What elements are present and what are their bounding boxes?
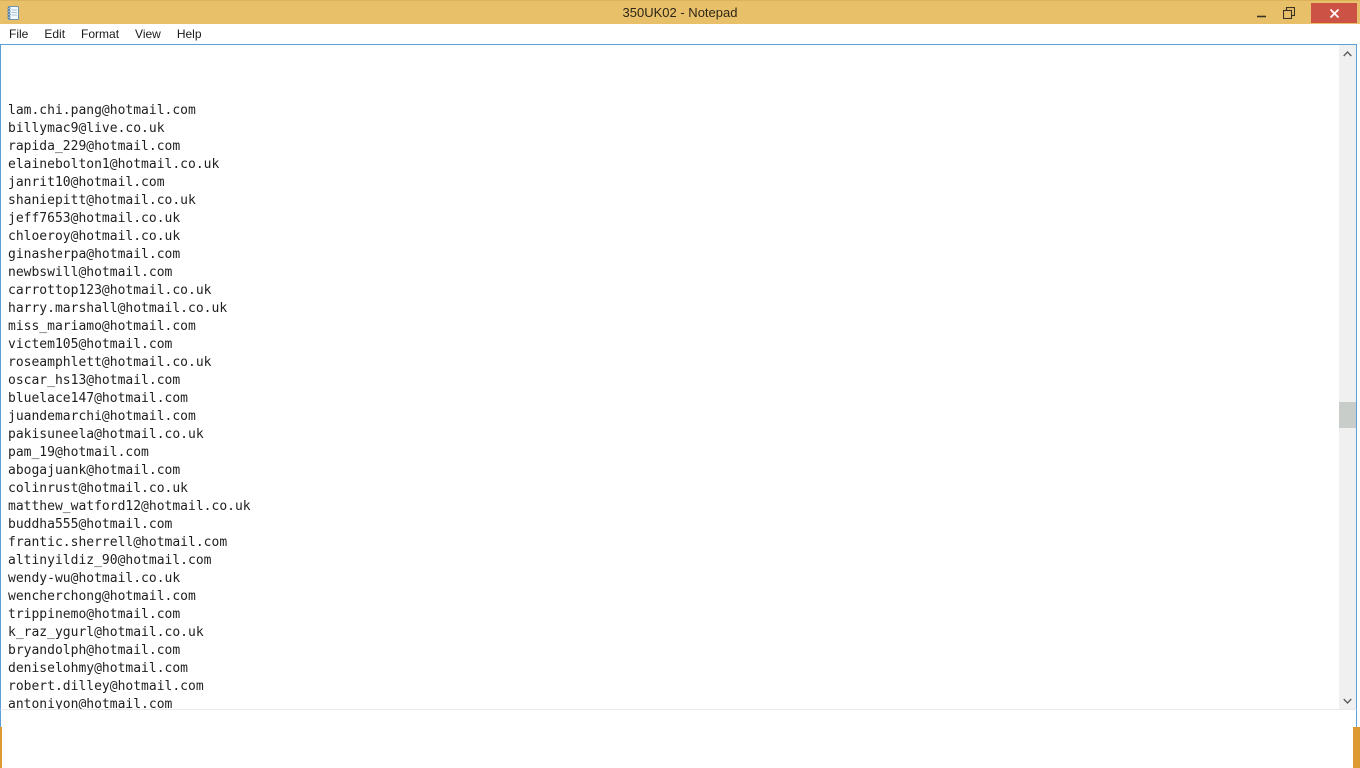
text-line: lam.chi.pang@hotmail.com — [8, 103, 196, 118]
text-line: shaniepitt@hotmail.co.uk — [8, 193, 196, 208]
text-line: antoniyon@hotmail.com — [8, 697, 173, 709]
text-line: k_raz_ygurl@hotmail.co.uk — [8, 625, 204, 640]
scroll-down-button[interactable] — [1339, 692, 1356, 709]
text-line: ginasherpa@hotmail.com — [8, 247, 181, 262]
menu-item[interactable]: File — [1, 25, 36, 43]
background-window — [0, 727, 1360, 768]
text-line: pam_19@hotmail.com — [8, 445, 149, 460]
text-line: colinrust@hotmail.co.uk — [8, 481, 189, 496]
text-line: janrit10@hotmail.com — [8, 175, 165, 190]
text-line: bryandolph@hotmail.com — [8, 643, 181, 658]
text-editor[interactable]: lam.chi.pang@hotmail.com billymac9@live.c… — [0, 44, 1357, 710]
chevron-up-icon — [1343, 50, 1352, 56]
text-line: altinyildiz_90@hotmail.com — [8, 553, 212, 568]
text-line: billymac9@live.co.uk — [8, 121, 165, 136]
restore-button[interactable] — [1275, 1, 1303, 25]
close-button[interactable] — [1311, 3, 1357, 23]
menu-item[interactable]: Edit — [36, 25, 73, 43]
text-line: victem105@hotmail.com — [8, 337, 173, 352]
editor-text[interactable]: lam.chi.pang@hotmail.com billymac9@live.c… — [1, 45, 1339, 709]
text-line: buddha555@hotmail.com — [8, 517, 173, 532]
menu-item[interactable]: Format — [73, 25, 127, 43]
text-line: carrottop123@hotmail.co.uk — [8, 283, 212, 298]
titlebar[interactable]: 350UK02 - Notepad — [0, 0, 1360, 24]
text-line: juandemarchi@hotmail.com — [8, 409, 196, 424]
scroll-up-button[interactable] — [1339, 45, 1356, 62]
desktop-right-sliver — [1353, 727, 1360, 768]
notepad-window: 350UK02 - Notepad File Edit Format View … — [0, 0, 1360, 727]
notepad-icon — [5, 5, 21, 21]
text-line: wendy-wu@hotmail.co.uk — [8, 571, 181, 586]
text-line: roseamphlett@hotmail.co.uk — [8, 355, 212, 370]
desktop-left-sliver — [0, 727, 2, 768]
screen: 350UK02 - Notepad File Edit Format View … — [0, 0, 1360, 768]
text-line: harry.marshall@hotmail.co.uk — [8, 301, 228, 316]
window-controls — [1247, 1, 1359, 25]
minimize-button[interactable] — [1247, 1, 1275, 25]
text-line: abogajuank@hotmail.com — [8, 463, 181, 478]
text-line: matthew_watford12@hotmail.co.uk — [8, 499, 251, 514]
restore-icon — [1283, 7, 1295, 19]
text-line: jeff7653@hotmail.co.uk — [8, 211, 181, 226]
chevron-down-icon — [1343, 698, 1352, 704]
text-line: pakisuneela@hotmail.co.uk — [8, 427, 204, 442]
vertical-scrollbar[interactable] — [1339, 45, 1356, 709]
window-title: 350UK02 - Notepad — [622, 5, 738, 20]
text-line: miss_mariamo@hotmail.com — [8, 319, 196, 334]
scrollbar-thumb[interactable] — [1339, 402, 1356, 428]
menu-item[interactable]: Help — [169, 25, 210, 43]
close-icon — [1329, 8, 1339, 18]
text-line: newbswill@hotmail.com — [8, 265, 173, 280]
window-bottom-strip — [0, 710, 1357, 727]
menu-item[interactable]: View — [127, 25, 169, 43]
text-line: deniselohmy@hotmail.com — [8, 661, 189, 676]
text-line: robert.dilley@hotmail.com — [8, 679, 204, 694]
text-line: frantic.sherrell@hotmail.com — [8, 535, 228, 550]
minimize-icon — [1256, 15, 1266, 17]
menubar: File Edit Format View Help — [0, 24, 1360, 44]
text-line: chloeroy@hotmail.co.uk — [8, 229, 181, 244]
text-line: bluelace147@hotmail.com — [8, 391, 189, 406]
text-line: trippinemo@hotmail.com — [8, 607, 181, 622]
text-line: elainebolton1@hotmail.co.uk — [8, 157, 220, 172]
text-line: oscar_hs13@hotmail.com — [8, 373, 181, 388]
text-line: wencherchong@hotmail.com — [8, 589, 196, 604]
text-line: rapida_229@hotmail.com — [8, 139, 181, 154]
